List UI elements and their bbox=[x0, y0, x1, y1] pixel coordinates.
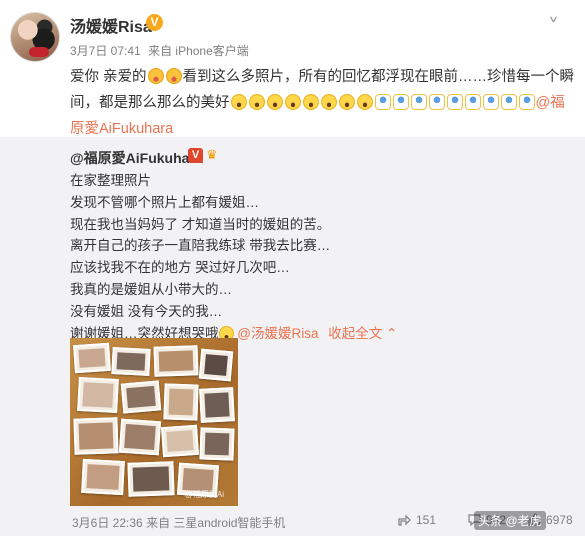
laugh-emoji-icon bbox=[338, 94, 355, 110]
post-text: 爱你 亲爱的 看到这么多照片，所有的回忆都浮现在眼前……珍惜每一个瞬间，都是那么那… bbox=[70, 64, 575, 142]
hug-emoji-icon bbox=[518, 94, 535, 110]
hug-emoji-icon bbox=[428, 94, 445, 110]
chevron-down-icon[interactable]: ∨ bbox=[548, 14, 559, 24]
laugh-emoji-icon bbox=[320, 94, 337, 110]
hug-emoji-icon bbox=[464, 94, 481, 110]
collapse-text-button[interactable]: 收起全文 ⌃ bbox=[328, 326, 397, 341]
post-source: 来自 iPhone客户端 bbox=[148, 44, 249, 58]
repost-line: 应该找我不在的地方 哭过好几次吧… bbox=[70, 260, 290, 276]
repost-line: 没有媛姐 没有今天的我… bbox=[70, 303, 223, 319]
laugh-emoji-icon bbox=[230, 94, 247, 110]
hug-emoji-icon bbox=[374, 94, 391, 110]
repost-count-button[interactable]: 151 bbox=[398, 513, 436, 527]
repost-footer: 3月6日 22:36 来自 三星android智能手机 151 942 6978… bbox=[0, 509, 585, 536]
overlay-watermark: 头条 @老虎 bbox=[474, 511, 546, 530]
repost-date[interactable]: 3月6日 22:36 bbox=[72, 516, 143, 530]
post-text-part1: 爱你 亲爱的 bbox=[70, 69, 147, 85]
repost-line: 现在我也当妈妈了 才知道当时的媛姐的苦。 bbox=[70, 216, 331, 232]
repost-card: @福原愛AiFukuhara V ♛ 在家整理照片 发现不管哪个照片上都有媛姐…… bbox=[0, 137, 585, 536]
post-meta: 3月7日 07:41 来自 iPhone客户端 bbox=[70, 42, 253, 59]
laugh-emoji-icon bbox=[302, 94, 319, 110]
weibo-post: 汤媛媛Risa V ∨ 3月7日 07:41 来自 iPhone客户端 爱你 亲… bbox=[0, 0, 585, 536]
like-count: 6978 bbox=[546, 513, 573, 527]
hug-emoji-icon bbox=[392, 94, 409, 110]
repost-line: 发现不管哪个照片上都有媛姐… bbox=[70, 194, 259, 210]
verified-icon: V bbox=[146, 14, 163, 31]
share-icon bbox=[398, 514, 411, 526]
laugh-emoji-icon bbox=[356, 94, 373, 110]
member-crown-icon: ♛ bbox=[206, 147, 218, 162]
laugh-emoji-icon bbox=[266, 94, 283, 110]
post-date[interactable]: 3月7日 07:41 bbox=[70, 44, 141, 58]
repost-text: 在家整理照片 发现不管哪个照片上都有媛姐… 现在我也当妈妈了 才知道当时的媛姐的… bbox=[70, 170, 575, 344]
hug-emoji-icon bbox=[482, 94, 499, 110]
photo-watermark: @福原愛Ai bbox=[184, 490, 224, 499]
kiss-emoji-icon bbox=[165, 68, 182, 84]
repost-count: 151 bbox=[416, 513, 437, 527]
repost-source: 来自 三星android智能手机 bbox=[146, 516, 286, 530]
avatar[interactable] bbox=[10, 12, 60, 62]
post-username[interactable]: 汤媛媛Risa bbox=[70, 13, 152, 37]
verified-icon: V bbox=[188, 148, 203, 163]
hug-emoji-icon bbox=[500, 94, 517, 110]
repost-meta: 3月6日 22:36 来自 三星android智能手机 bbox=[72, 514, 285, 531]
repost-line: 离开自己的孩子一直陪我练球 带我去比赛… bbox=[70, 238, 331, 254]
repost-photo[interactable]: @福原愛Ai bbox=[70, 338, 238, 506]
repost-line: 我真的是媛姐从小带大的… bbox=[70, 281, 232, 297]
laugh-emoji-icon bbox=[284, 94, 301, 110]
laugh-emoji-icon bbox=[248, 94, 265, 110]
repost-line: 在家整理照片 bbox=[70, 173, 151, 188]
hug-emoji-icon bbox=[410, 94, 427, 110]
hug-emoji-icon bbox=[446, 94, 463, 110]
repost-mention-link[interactable]: @汤媛媛Risa bbox=[237, 326, 318, 341]
repost-author-link[interactable]: @福原愛AiFukuhara bbox=[70, 148, 203, 168]
kiss-emoji-icon bbox=[147, 68, 164, 84]
